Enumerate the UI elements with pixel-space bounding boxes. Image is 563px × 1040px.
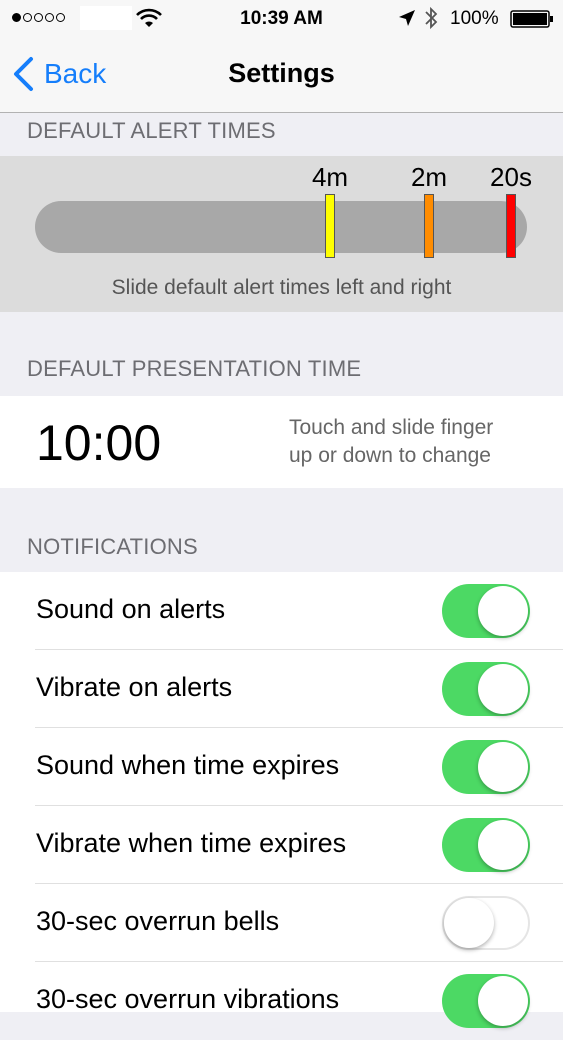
presentation-time-panel[interactable]: 10:00 Touch and slide finger up or down … <box>0 396 563 488</box>
presentation-time-value[interactable]: 10:00 <box>36 414 161 472</box>
list-item: Sound when time expires <box>0 728 563 806</box>
battery-percent: 100% <box>450 8 499 29</box>
overrun-bells-toggle[interactable] <box>442 896 530 950</box>
vibrate-when-time-expires-label: Vibrate when time expires <box>36 828 347 858</box>
page-title: Settings <box>228 58 335 88</box>
presentation-time-hint: Touch and slide finger up or down to cha… <box>289 414 493 470</box>
vibrate-when-time-expires-toggle[interactable] <box>442 818 530 872</box>
marker-label-4m: 4m <box>311 162 349 192</box>
sound-on-alerts-label: Sound on alerts <box>36 594 226 624</box>
overrun-vibrations-toggle[interactable] <box>442 974 530 1028</box>
list-item: 30-sec overrun vibrations <box>0 962 563 1040</box>
list-item: 30-sec overrun bells <box>0 884 563 962</box>
marker-label-20s: 20s <box>490 162 532 192</box>
navigation-bar: Back Settings <box>0 38 563 113</box>
presentation-time-header: DEFAULT PRESENTATION TIME <box>27 356 362 381</box>
status-bar: 10:39 AM 100% <box>0 0 563 38</box>
overrun-bells-label: 30-sec overrun bells <box>36 906 280 936</box>
vibrate-on-alerts-toggle[interactable] <box>442 662 530 716</box>
list-item: Vibrate on alerts <box>0 650 563 728</box>
sound-on-alerts-toggle[interactable] <box>442 584 530 638</box>
marker-label-2m: 2m <box>410 162 448 192</box>
alert-marker-2m-handle[interactable] <box>424 194 434 258</box>
alert-times-slider-track[interactable] <box>35 201 527 253</box>
list-item: Vibrate when time expires <box>0 806 563 884</box>
bluetooth-icon <box>425 6 438 30</box>
battery-icon <box>510 10 553 28</box>
notifications-list: Sound on alerts Vibrate on alerts Sound … <box>0 572 563 1028</box>
alert-times-header: DEFAULT ALERT TIMES <box>27 118 276 143</box>
presentation-hint-line1: Touch and slide finger <box>289 416 494 439</box>
alert-marker-4m-handle[interactable] <box>325 194 335 258</box>
notifications-header: NOTIFICATIONS <box>27 534 198 559</box>
alert-times-panel: 4m 2m 20s Slide default alert times left… <box>0 156 563 312</box>
sound-when-time-expires-label: Sound when time expires <box>36 750 340 780</box>
location-arrow-icon <box>399 10 415 26</box>
vibrate-on-alerts-label: Vibrate on alerts <box>36 672 233 702</box>
alert-times-hint: Slide default alert times left and right <box>111 276 452 299</box>
list-item: Sound on alerts <box>0 572 563 650</box>
presentation-hint-line2: up or down to change <box>289 444 491 467</box>
sound-when-time-expires-toggle[interactable] <box>442 740 530 794</box>
alert-marker-20s-handle[interactable] <box>506 194 516 258</box>
